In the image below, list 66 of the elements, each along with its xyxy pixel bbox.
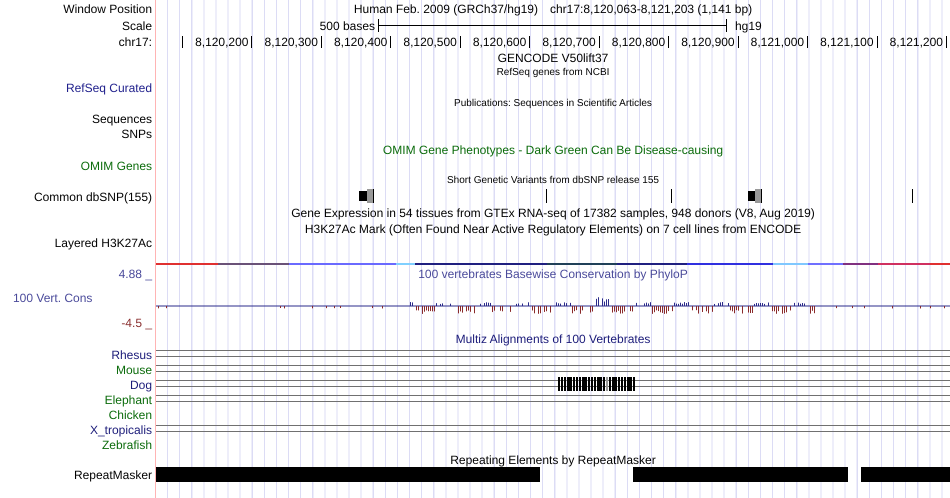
track-label[interactable]: Sequences: [92, 112, 152, 124]
repeat-block[interactable]: [156, 467, 540, 482]
ruler-tick: [182, 36, 183, 48]
track-label[interactable]: Layered H3K27Ac: [54, 237, 152, 249]
track-label[interactable]: RefSeq Curated: [66, 82, 152, 94]
track-label[interactable]: Common dbSNP(155): [34, 190, 152, 202]
track-label[interactable]: 100 Vert. Cons: [13, 292, 92, 304]
ruler-label: 8,121,000: [750, 36, 804, 48]
track-title: RefSeq genes from NCBI: [496, 68, 610, 78]
ruler-label: 8,120,400: [334, 36, 388, 48]
species-label[interactable]: Rhesus: [111, 348, 152, 360]
track-label[interactable]: Window Position: [63, 2, 152, 14]
ruler-tick: [251, 36, 252, 48]
track-title: Repeating Elements by RepeatMasker: [450, 454, 656, 466]
track-title: H3K27Ac Mark (Often Found Near Active Regulatory Elements) on 7 cell lines from ENCODE: [304, 222, 802, 234]
ruler-tick: [807, 36, 808, 48]
snp-tick[interactable]: [912, 189, 913, 203]
ruler-tick: [946, 36, 947, 48]
ruler-tick: [390, 36, 391, 48]
species-label[interactable]: X_tropicalis: [90, 424, 152, 436]
track-label[interactable]: chr17:: [118, 36, 152, 48]
track-title: Multiz Alignments of 100 Vertebrates: [456, 333, 650, 345]
track-title: 100 vertebrates Basewise Conservation by PhyloP: [418, 268, 688, 280]
snp-tick[interactable]: [546, 189, 547, 203]
ruler-label: 8,120,900: [681, 36, 735, 48]
snp-tick[interactable]: [671, 189, 672, 203]
ruler-tick: [460, 36, 461, 48]
ruler-tick: [599, 36, 600, 48]
species-label[interactable]: Dog: [130, 378, 152, 390]
scale-text: 500 bases: [320, 20, 375, 32]
repeat-block[interactable]: [633, 467, 848, 482]
track-label[interactable]: SNPs: [121, 128, 152, 140]
track-title: GENCODE V50lift37: [498, 52, 608, 64]
track-title: Short Genetic Variants from dbSNP release 155: [447, 176, 659, 186]
species-label[interactable]: Elephant: [104, 394, 152, 406]
ruler-label: 8,121,200: [890, 36, 943, 48]
ruler-tick: [668, 36, 669, 48]
species-label[interactable]: Chicken: [108, 408, 152, 420]
ruler-tick: [529, 36, 530, 48]
ruler-tick: [877, 36, 878, 48]
ruler-label: 8,120,300: [264, 36, 318, 48]
ruler-label: 8,121,100: [820, 36, 874, 48]
track-title: OMIM Gene Phenotypes - Dark Green Can Be Disease-causing: [382, 144, 724, 156]
ruler-label: 8,120,700: [542, 36, 596, 48]
ruler-tick: [738, 36, 739, 48]
track-title: Publications: Sequences in Scientific Articles: [454, 98, 652, 108]
ruler-label: 8,120,800: [612, 36, 666, 48]
track-label[interactable]: OMIM Genes: [80, 160, 152, 172]
position-text: chr17:8,120,063-8,121,203 (1,141 bp): [550, 2, 752, 14]
species-label[interactable]: Mouse: [116, 364, 152, 376]
track-title: Gene Expression in 54 tissues from GTEx RNA-seq of 17382 samples, 948 donors (V8, Aug 2019): [291, 206, 815, 218]
snp-block[interactable]: [748, 189, 762, 203]
axis-min-label: -4.5 _: [121, 317, 152, 329]
track-label[interactable]: RepeatMasker: [74, 468, 152, 480]
position-text: Human Feb. 2009 (GRCh37/hg19): [354, 2, 538, 14]
track-label[interactable]: Scale: [122, 20, 152, 32]
species-label[interactable]: Zebrafish: [102, 438, 152, 450]
alignment-block-drawing[interactable]: [558, 377, 635, 391]
ruler-tick: [321, 36, 322, 48]
snp-block[interactable]: [359, 189, 374, 203]
ruler-label: 8,120,200: [195, 36, 248, 48]
scale-db-text: hg19: [735, 20, 762, 32]
repeat-block[interactable]: [861, 467, 950, 482]
ruler-label: 8,120,600: [472, 36, 526, 48]
ruler-label: 8,120,500: [403, 36, 457, 48]
axis-max-label: 4.88 _: [118, 268, 152, 280]
